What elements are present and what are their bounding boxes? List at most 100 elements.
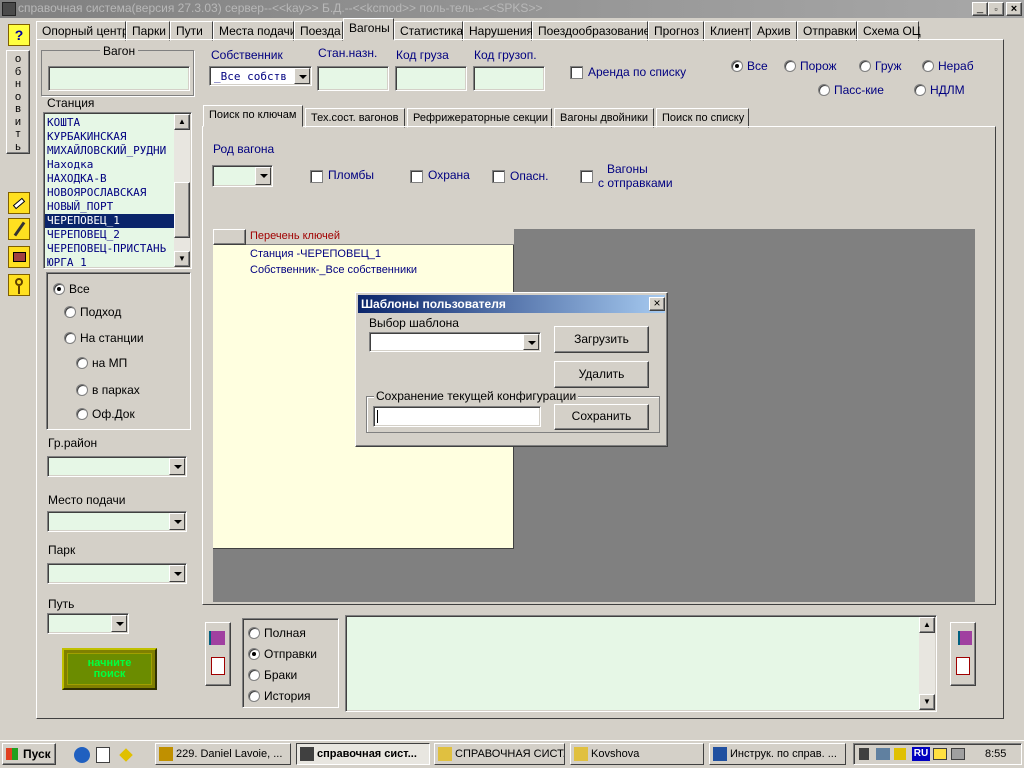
cargo-input[interactable] [395, 66, 467, 91]
save-button[interactable]: Сохранить [554, 404, 649, 430]
owner-select[interactable]: _Все собств [209, 66, 312, 86]
sub-tab-1[interactable]: Тех.сост. вагонов [305, 108, 405, 128]
type-radio-1[interactable] [784, 60, 796, 72]
opasn-checkbox[interactable] [492, 170, 505, 183]
station-scrollbar[interactable]: ▲ ▼ [174, 114, 190, 267]
right-nav-button[interactable] [950, 622, 976, 686]
location-radio-0[interactable] [53, 283, 65, 295]
location-radio-1[interactable] [64, 306, 76, 318]
rod-select[interactable] [212, 165, 273, 187]
sub-tab-3[interactable]: Вагоны двойники [554, 108, 654, 128]
station-list-item[interactable]: НОВОЯРОСЛАВСКАЯ [45, 186, 175, 200]
station-list-item[interactable]: НАХОДКА-В [45, 172, 175, 186]
log-scrollbar[interactable]: ▲ ▼ [919, 617, 935, 710]
folders-button[interactable] [8, 246, 30, 268]
printer-icon[interactable] [951, 748, 965, 760]
speaker-icon[interactable] [859, 748, 869, 760]
station-list-item[interactable]: МИХАЙЛОВСКИЙ_РУДНИ [45, 144, 175, 158]
station-list-item[interactable]: ЧЕРЕПОВЕЦ-ПРИСТАНЬ [45, 242, 175, 256]
location-radio-5[interactable] [76, 408, 88, 420]
location-radio-4[interactable] [76, 384, 88, 396]
tab-0[interactable]: Опорный центр [36, 21, 129, 41]
plomby-checkbox[interactable] [310, 170, 323, 183]
taskbar-task-3[interactable]: Kovshova [570, 743, 704, 765]
taskbar-task-1[interactable]: справочная сист... [296, 743, 430, 765]
wagon-input[interactable] [48, 66, 190, 91]
taskbar-task-0[interactable]: 229. Daniel Lavoie, ... [155, 743, 291, 765]
type-radio-3[interactable] [922, 60, 934, 72]
search-button[interactable]: начните поиск [62, 648, 157, 690]
sub-tab-0[interactable]: Поиск по ключам [203, 105, 303, 127]
tab-8[interactable]: Поездообразование [532, 21, 650, 41]
tab-5[interactable]: Вагоны [343, 18, 394, 40]
tab-4[interactable]: Поезда [294, 21, 343, 41]
station-list-item[interactable]: КУРБАКИНСКАЯ [45, 130, 175, 144]
tab-11[interactable]: Архив [751, 21, 797, 41]
view-radio-1[interactable] [248, 648, 260, 660]
park-select[interactable] [47, 563, 187, 584]
log-scroll-up[interactable]: ▲ [919, 617, 935, 633]
view-radio-0[interactable] [248, 627, 260, 639]
tab-6[interactable]: Статистика [394, 21, 463, 41]
close-button[interactable]: × [1006, 2, 1022, 16]
pen-icon[interactable] [894, 748, 906, 760]
maximize-button[interactable]: ▫ [988, 2, 1004, 16]
station-list[interactable]: КОШТА КУРБАКИНСКАЯ МИХАЙЛОВСКИЙ_РУДНИ Наход… [43, 112, 192, 269]
cargo-zop-input[interactable] [473, 66, 545, 91]
mesto-select[interactable] [47, 511, 187, 532]
refresh-button[interactable]: обновить [6, 50, 30, 154]
log-textarea[interactable]: ▲ ▼ [345, 615, 937, 712]
tab-9[interactable]: Прогноз [648, 21, 704, 41]
location-radio-2[interactable] [64, 332, 76, 344]
eraser-button[interactable] [8, 192, 30, 214]
type-radio-2[interactable] [859, 60, 871, 72]
ie-icon[interactable] [74, 747, 90, 763]
scroll-up-button[interactable]: ▲ [174, 114, 190, 130]
network-icon[interactable] [876, 748, 890, 760]
put-select[interactable] [47, 613, 129, 634]
scroll-down-button[interactable]: ▼ [174, 251, 190, 267]
start-button[interactable]: Пуск [2, 743, 56, 765]
tab-10[interactable]: Клиент [704, 21, 751, 41]
left-nav-button[interactable] [205, 622, 231, 686]
scroll-thumb[interactable] [174, 182, 190, 238]
sub-tab-4[interactable]: Поиск по списку [656, 108, 749, 128]
arenda-checkbox[interactable] [570, 66, 583, 79]
station-list-item[interactable]: КОШТА [45, 116, 175, 130]
station-list-item[interactable]: Находка [45, 158, 175, 172]
sub-tab-2[interactable]: Рефрижераторные секции [407, 108, 552, 128]
monitor-icon[interactable] [933, 748, 947, 760]
taskbar-task-4[interactable]: Инструк. по справ. ... [709, 743, 846, 765]
minimize-button[interactable]: _ [972, 2, 988, 16]
tools-button[interactable] [8, 218, 30, 240]
tab-7[interactable]: Нарушения [463, 21, 533, 41]
notepad-icon[interactable] [96, 747, 110, 763]
tab-1[interactable]: Парки [126, 21, 170, 41]
key-button[interactable] [8, 274, 30, 296]
type-radio-0[interactable] [731, 60, 743, 72]
tab-13[interactable]: Схема ОЦ [857, 21, 921, 41]
log-scroll-down[interactable]: ▼ [919, 694, 935, 710]
delete-button[interactable]: Удалить [554, 361, 649, 388]
tab-3[interactable]: Места подачи [213, 21, 296, 41]
template-select[interactable] [369, 332, 541, 352]
station-list-item[interactable]: ЧЕРЕПОВЕЦ_1 [45, 214, 175, 228]
view-radio-3[interactable] [248, 690, 260, 702]
language-indicator[interactable]: RU [912, 747, 930, 761]
load-button[interactable]: Загрузить [554, 326, 649, 353]
type-radio-5[interactable] [914, 84, 926, 96]
okhrana-checkbox[interactable] [410, 170, 423, 183]
tab-2[interactable]: Пути [170, 21, 213, 41]
station-list-item[interactable]: ЧЕРЕПОВЕЦ_2 [45, 228, 175, 242]
type-radio-4[interactable] [818, 84, 830, 96]
station-list-item[interactable]: ЮРГА_1 [45, 256, 175, 268]
gr-rayon-select[interactable] [47, 456, 187, 477]
location-radio-3[interactable] [76, 357, 88, 369]
stan-input[interactable] [317, 66, 389, 91]
view-radio-2[interactable] [248, 669, 260, 681]
help-button[interactable]: ? [8, 24, 30, 46]
taskbar-task-2[interactable]: СПРАВОЧНАЯ СИСТ... [434, 743, 565, 765]
dialog-close-button[interactable]: × [649, 297, 665, 311]
vagony-otpr-checkbox[interactable] [580, 170, 593, 183]
station-list-item[interactable]: НОВЫЙ_ПОРТ [45, 200, 175, 214]
